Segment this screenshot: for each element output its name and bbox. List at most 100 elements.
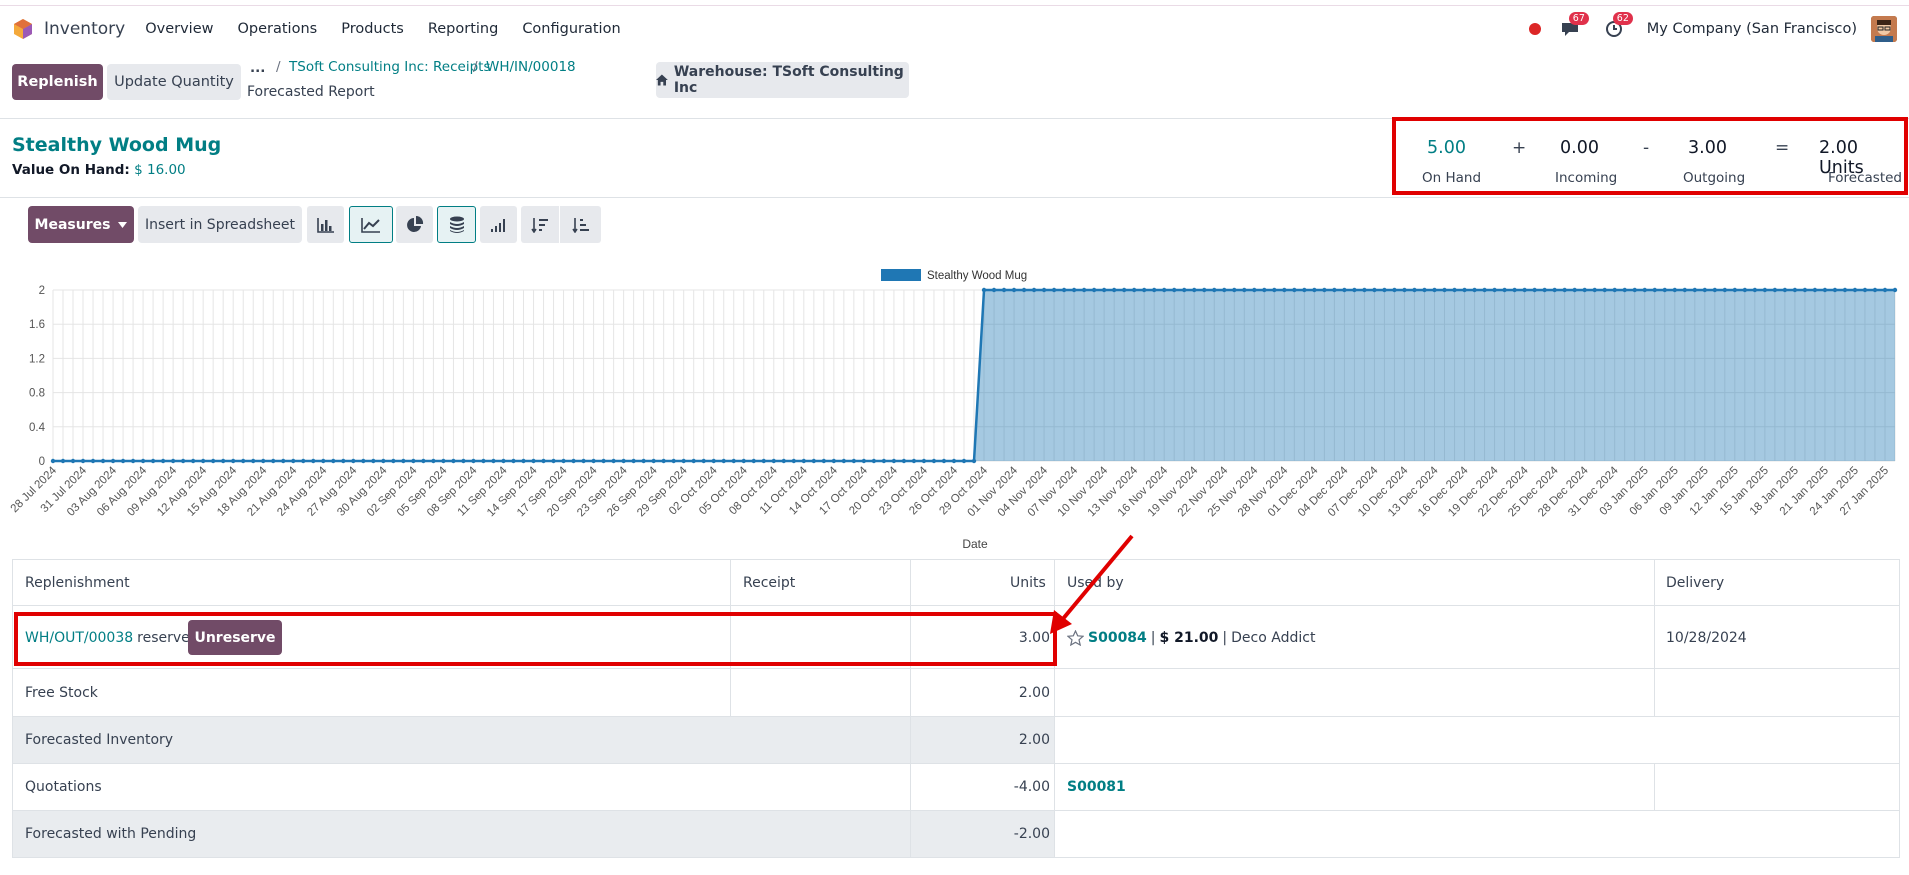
data-point bbox=[1272, 287, 1277, 293]
data-point bbox=[1021, 287, 1027, 293]
activities-clock-icon[interactable]: 62 bbox=[1603, 12, 1633, 40]
data-point bbox=[941, 458, 947, 464]
data-point bbox=[491, 458, 496, 464]
data-point bbox=[601, 458, 606, 464]
data-point bbox=[411, 458, 416, 464]
bar-chart-button[interactable] bbox=[307, 206, 344, 243]
on-hand-qty[interactable]: 5.00 bbox=[1427, 138, 1466, 158]
insert-spreadsheet-button[interactable]: Insert in Spreadsheet bbox=[138, 206, 302, 243]
data-point bbox=[701, 458, 706, 464]
quotation-link[interactable]: S00081 bbox=[1067, 764, 1126, 810]
data-point bbox=[1172, 287, 1177, 293]
replenish-button[interactable]: Replenish bbox=[12, 64, 103, 100]
nav-reporting[interactable]: Reporting bbox=[428, 21, 499, 37]
data-point bbox=[1252, 287, 1257, 293]
data-point bbox=[331, 458, 336, 464]
data-point bbox=[1352, 287, 1357, 293]
pie-chart-button[interactable] bbox=[396, 206, 433, 243]
data-point bbox=[1061, 287, 1067, 293]
breadcrumb-receipts[interactable]: TSoft Consulting Inc: Receipts bbox=[289, 59, 490, 75]
data-point bbox=[90, 458, 96, 464]
data-point bbox=[311, 458, 316, 464]
data-point bbox=[1162, 287, 1167, 293]
messages-icon[interactable]: 67 bbox=[1559, 12, 1589, 40]
data-point bbox=[50, 458, 56, 464]
data-point bbox=[150, 458, 156, 464]
plus-operator: + bbox=[1512, 138, 1527, 158]
table-row-forecasted-inventory: Forecasted Inventory 2.00 bbox=[12, 717, 1054, 764]
separator: | bbox=[1150, 629, 1156, 646]
odoo-app-logo-icon[interactable] bbox=[12, 18, 34, 40]
data-point bbox=[1702, 287, 1707, 293]
y-tick-label: 2 bbox=[39, 285, 45, 297]
table-border bbox=[1899, 559, 1900, 858]
page-title: Forecasted Report bbox=[247, 84, 375, 100]
user-avatar[interactable] bbox=[1871, 16, 1897, 42]
data-point bbox=[831, 458, 837, 464]
data-point bbox=[901, 458, 907, 464]
table-row-free-stock: Free Stock 2.00 bbox=[12, 670, 1900, 717]
data-point bbox=[991, 287, 997, 293]
data-point bbox=[1151, 287, 1157, 293]
measures-label: Measures bbox=[34, 216, 111, 233]
data-point bbox=[1342, 287, 1347, 293]
data-point bbox=[1532, 287, 1537, 293]
data-point bbox=[351, 458, 356, 464]
messages-badge: 67 bbox=[1568, 12, 1589, 25]
data-point bbox=[1622, 287, 1627, 293]
legend-label: Stealthy Wood Mug bbox=[927, 270, 1027, 282]
data-point bbox=[1402, 287, 1407, 293]
free-stock-label: Free Stock bbox=[25, 685, 98, 701]
highlight-box bbox=[14, 612, 1057, 666]
breadcrumb-receipt-ref[interactable]: WH/IN/00018 bbox=[486, 59, 576, 75]
sort-descending-button[interactable] bbox=[521, 206, 559, 243]
data-point bbox=[1772, 287, 1778, 293]
nav-overview[interactable]: Overview bbox=[145, 21, 213, 37]
table-row-forecasted-pending: Forecasted with Pending -2.00 bbox=[12, 811, 1054, 858]
warehouse-filter-button[interactable]: Warehouse: TSoft Consulting Inc bbox=[656, 62, 909, 98]
nav-products[interactable]: Products bbox=[341, 21, 404, 37]
data-point bbox=[1242, 287, 1247, 293]
nav-operations[interactable]: Operations bbox=[237, 21, 317, 37]
home-icon bbox=[656, 74, 668, 86]
data-point bbox=[1632, 287, 1637, 293]
data-point bbox=[471, 458, 476, 464]
company-switcher[interactable]: My Company (San Francisco) bbox=[1647, 21, 1857, 37]
data-point bbox=[1732, 287, 1738, 293]
stacked-toggle-button[interactable] bbox=[437, 206, 476, 243]
data-point bbox=[1482, 287, 1487, 293]
data-point bbox=[1332, 287, 1337, 293]
cumulative-toggle-button[interactable] bbox=[480, 206, 517, 243]
data-point bbox=[271, 458, 276, 464]
sort-ascending-button[interactable] bbox=[560, 206, 601, 243]
update-quantity-button[interactable]: Update Quantity bbox=[107, 64, 241, 100]
data-point bbox=[461, 458, 466, 464]
signal-bars-icon bbox=[490, 218, 505, 232]
data-point bbox=[401, 458, 406, 464]
y-tick-label: 1.6 bbox=[29, 319, 45, 331]
customer-name: Deco Addict bbox=[1231, 629, 1316, 646]
recording-indicator-icon[interactable] bbox=[1528, 23, 1541, 35]
breadcrumb-ellipsis[interactable]: ... bbox=[250, 60, 265, 76]
data-point bbox=[100, 458, 106, 464]
table-row-forecasted-inventory-rest bbox=[1054, 717, 1900, 764]
data-point bbox=[541, 458, 546, 464]
data-point bbox=[200, 458, 206, 464]
data-point bbox=[631, 458, 636, 464]
nav-configuration[interactable]: Configuration bbox=[522, 21, 620, 37]
data-point bbox=[1652, 287, 1657, 293]
data-point bbox=[220, 458, 226, 464]
forecasted-pending-label: Forecasted with Pending bbox=[25, 826, 197, 842]
line-chart-button[interactable] bbox=[349, 206, 393, 243]
data-point bbox=[1382, 287, 1387, 293]
data-point bbox=[80, 458, 86, 464]
measures-dropdown[interactable]: Measures bbox=[28, 206, 134, 243]
data-point bbox=[711, 458, 716, 464]
data-point bbox=[911, 458, 917, 464]
caret-down-icon bbox=[118, 221, 128, 228]
product-name[interactable]: Stealthy Wood Mug bbox=[12, 134, 221, 156]
y-tick-label: 1.2 bbox=[29, 353, 45, 365]
app-name[interactable]: Inventory bbox=[44, 19, 125, 39]
data-point bbox=[1882, 287, 1888, 293]
data-point bbox=[1662, 287, 1667, 293]
